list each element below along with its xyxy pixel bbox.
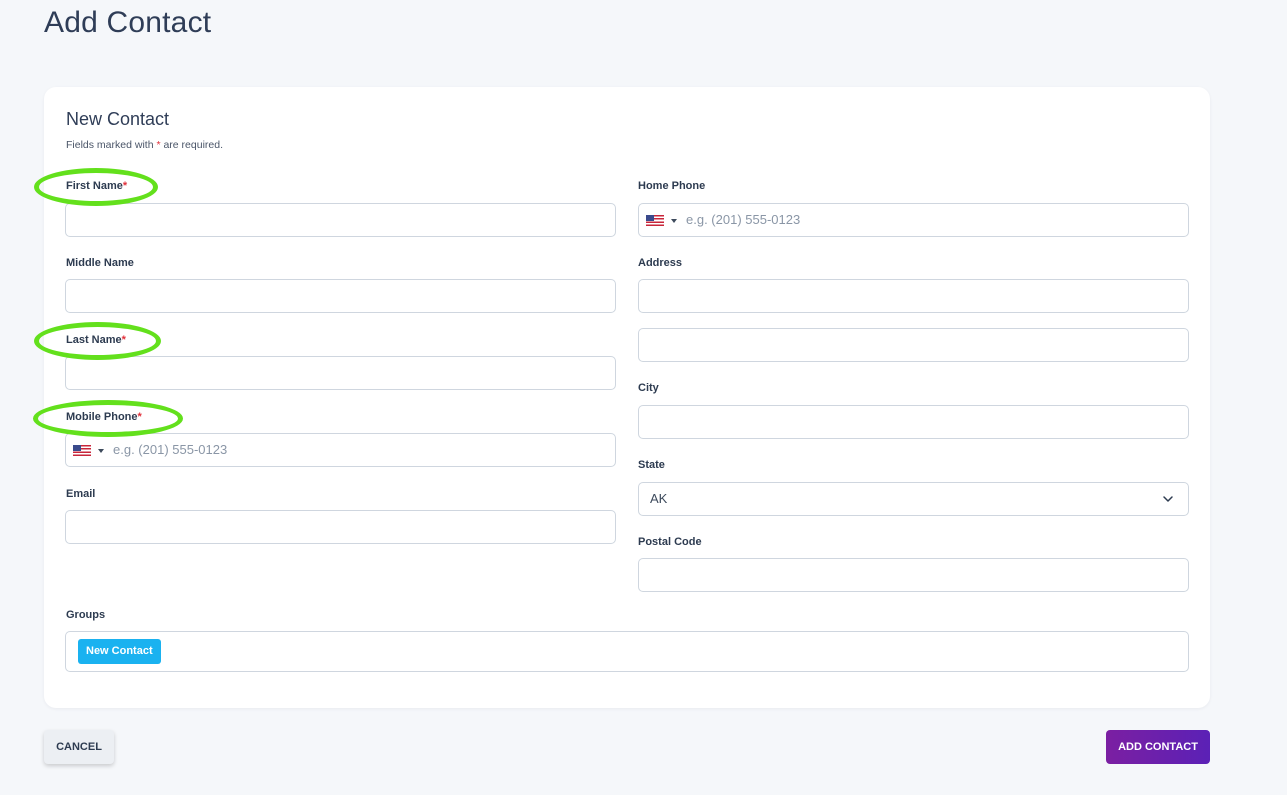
email-label: Email <box>66 488 96 500</box>
group-chip[interactable]: New Contact <box>78 639 161 664</box>
mobile-phone-country-select[interactable] <box>73 445 104 456</box>
last-name-required-mark: * <box>121 334 126 346</box>
cancel-button[interactable]: CANCEL <box>44 730 114 764</box>
first-name-input[interactable] <box>65 203 616 237</box>
required-note-suffix: are required. <box>160 139 223 151</box>
home-phone-placeholder: e.g. (201) 555-0123 <box>686 212 801 227</box>
groups-label: Groups <box>66 609 106 621</box>
us-flag-icon <box>73 445 91 456</box>
address-line1-input[interactable] <box>638 279 1189 313</box>
caret-down-icon <box>98 448 104 453</box>
state-label: State <box>638 459 665 471</box>
last-name-label-text: Last Name <box>66 334 122 346</box>
mobile-phone-input[interactable]: e.g. (201) 555-0123 <box>65 433 616 467</box>
mobile-phone-required-mark: * <box>137 411 142 423</box>
address-line2-input[interactable] <box>638 328 1189 362</box>
last-name-input[interactable] <box>65 356 616 390</box>
last-name-label: Last Name* <box>66 334 126 346</box>
mobile-phone-label: Mobile Phone* <box>66 411 142 423</box>
mobile-phone-placeholder: e.g. (201) 555-0123 <box>113 442 228 457</box>
postal-code-label: Postal Code <box>638 536 702 548</box>
state-select[interactable]: AK <box>638 482 1189 516</box>
postal-code-input[interactable] <box>638 558 1189 592</box>
state-selected-value: AK <box>650 491 668 506</box>
add-contact-button[interactable]: ADD CONTACT <box>1106 730 1210 764</box>
form-title: New Contact <box>66 109 170 129</box>
chevron-down-icon <box>1163 496 1173 502</box>
email-input[interactable] <box>65 510 616 544</box>
home-phone-country-select[interactable] <box>646 215 677 226</box>
first-name-label: First Name* <box>66 180 127 192</box>
city-label: City <box>638 382 659 394</box>
caret-down-icon <box>671 218 677 223</box>
first-name-label-text: First Name <box>66 180 123 192</box>
first-name-required-mark: * <box>122 180 128 192</box>
page-title: Add Contact <box>44 6 212 39</box>
home-phone-input[interactable]: e.g. (201) 555-0123 <box>638 203 1189 237</box>
middle-name-label: Middle Name <box>66 257 134 269</box>
middle-name-input[interactable] <box>65 279 616 313</box>
mobile-phone-label-text: Mobile Phone <box>66 411 138 423</box>
required-note-prefix: Fields marked with <box>66 139 157 151</box>
city-input[interactable] <box>638 405 1189 439</box>
us-flag-icon <box>646 215 664 226</box>
groups-input[interactable]: New Contact <box>65 631 1189 672</box>
home-phone-label: Home Phone <box>638 180 706 192</box>
address-label: Address <box>638 257 683 269</box>
required-note: Fields marked with * are required. <box>66 139 223 151</box>
new-contact-form: New Contact Fields marked with * are req… <box>44 87 1210 708</box>
